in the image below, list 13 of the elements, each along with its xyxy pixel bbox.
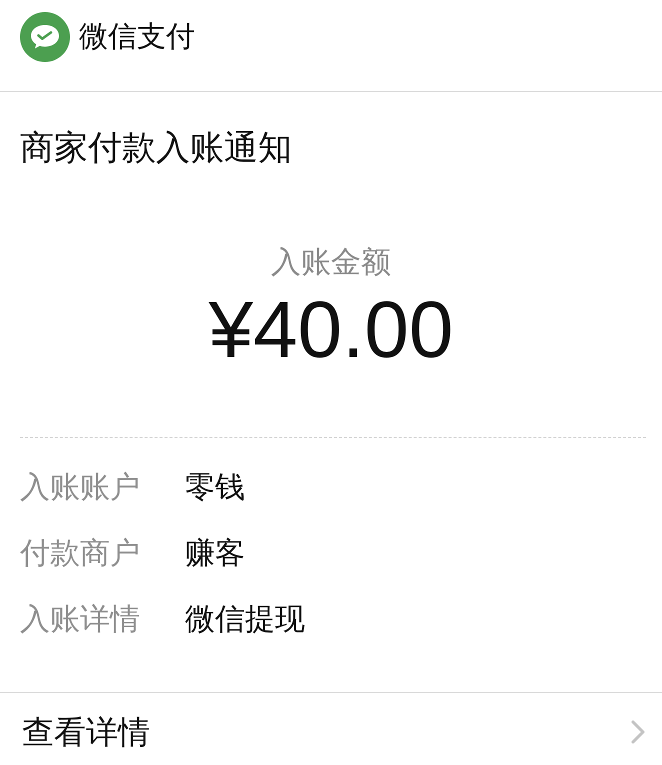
app-title: 微信支付 bbox=[79, 20, 195, 54]
view-details-link[interactable]: 查看详情 bbox=[0, 692, 662, 752]
detail-label: 入账详情 bbox=[20, 602, 141, 638]
wechat-pay-logo-icon bbox=[20, 12, 70, 62]
detail-value: 零钱 bbox=[185, 470, 245, 506]
amount-label: 入账金额 bbox=[271, 245, 391, 281]
notice-title: 商家付款入账通知 bbox=[19, 128, 293, 168]
detail-label: 付款商户 bbox=[20, 536, 141, 572]
detail-label: 入账账户 bbox=[20, 470, 141, 506]
amount-value: ¥40.00 bbox=[208, 285, 454, 375]
detail-value: 赚客 bbox=[185, 536, 245, 572]
chevron-right-icon bbox=[631, 720, 645, 744]
detail-value: 微信提现 bbox=[185, 602, 305, 638]
